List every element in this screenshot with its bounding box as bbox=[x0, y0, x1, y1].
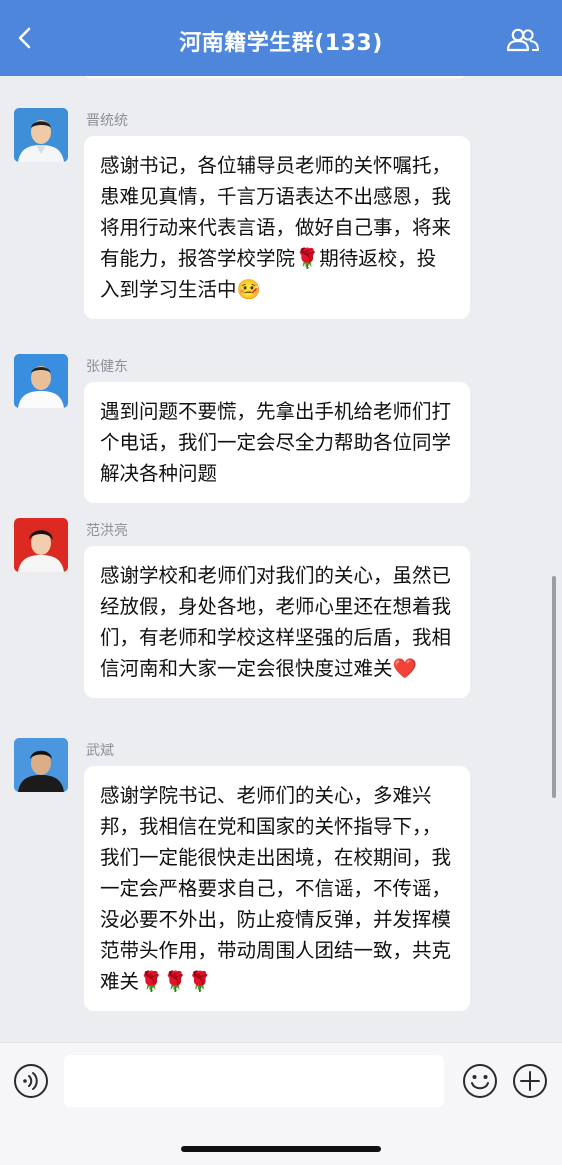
avatar[interactable] bbox=[14, 518, 68, 572]
previous-message-bubble bbox=[84, 76, 466, 78]
group-members-icon[interactable] bbox=[506, 28, 540, 52]
message-bubble[interactable]: 遇到问题不要慌，先拿出手机给老师们打个电话，我们一定会尽全力帮助各位同学解决各种… bbox=[84, 382, 470, 503]
header-bar: 河南籍学生群(133) bbox=[0, 0, 562, 76]
emoji-icon[interactable] bbox=[462, 1063, 498, 1099]
message-list[interactable]: 晋统统 感谢书记，各位辅导员老师的关怀嘱托，患难见真情，千言万语表达不出感恩，我… bbox=[0, 76, 562, 1042]
message-bubble[interactable]: 感谢学院书记、老师们的关心，多难兴邦，我相信在党和国家的关怀指导下，，我们一定能… bbox=[84, 766, 470, 1011]
message-bubble[interactable]: 感谢书记，各位辅导员老师的关怀嘱托，患难见真情，千言万语表达不出感恩，我将用行动… bbox=[84, 136, 470, 319]
scrollbar[interactable] bbox=[552, 576, 556, 798]
avatar[interactable] bbox=[14, 738, 68, 792]
sender-name: 武斌 bbox=[86, 743, 114, 759]
sender-name: 晋统统 bbox=[86, 113, 128, 129]
message-input[interactable] bbox=[64, 1055, 444, 1107]
voice-icon[interactable] bbox=[13, 1063, 49, 1099]
sender-name: 范洪亮 bbox=[86, 523, 128, 539]
sender-name: 张健东 bbox=[86, 359, 128, 375]
plus-icon[interactable] bbox=[512, 1063, 548, 1099]
avatar[interactable] bbox=[14, 108, 68, 162]
message-bubble[interactable]: 感谢学校和老师们对我们的关心，虽然已经放假，身处各地，老师心里还在想着我们，有老… bbox=[84, 546, 470, 698]
chat-title: 河南籍学生群(133) bbox=[179, 31, 383, 56]
avatar[interactable] bbox=[14, 354, 68, 408]
home-indicator bbox=[181, 1146, 381, 1152]
